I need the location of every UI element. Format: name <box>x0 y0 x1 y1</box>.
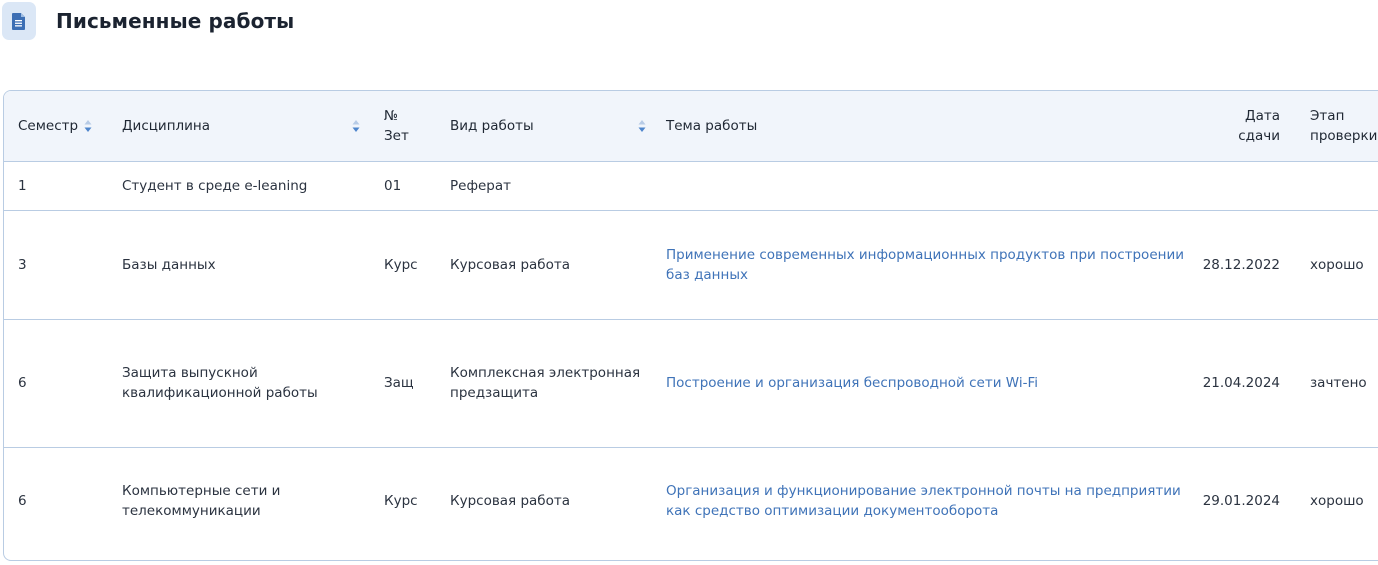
cell-stage <box>1310 161 1378 211</box>
cell-semester: 3 <box>4 210 122 320</box>
table-header-row: Семестр Дисциплина № Зет Вид работы Тема… <box>4 91 1378 162</box>
cell-stage: хорошо <box>1310 493 1364 510</box>
column-header-zet: № Зет <box>384 91 450 162</box>
cell-date: 28.12.2022 <box>1202 210 1310 320</box>
cell-topic: Построение и организация беспроводной се… <box>666 319 1202 448</box>
column-header-label: Семестр <box>18 117 79 134</box>
cell-semester: 6 <box>18 493 27 510</box>
cell-semester: 1 <box>4 161 122 211</box>
column-header-discipline[interactable]: Дисциплина <box>122 91 384 162</box>
column-header-label: № <box>384 107 399 124</box>
written-works-table: Семестр Дисциплина № Зет Вид работы Тема… <box>3 90 1378 561</box>
topic-link[interactable]: Построение и организация беспроводной се… <box>666 375 1038 391</box>
column-header-date: Дата сдачи <box>1202 91 1310 162</box>
column-header-label: Этап <box>1310 107 1345 124</box>
column-header-label: Тема работы <box>666 117 758 134</box>
table-row: 1 Студент в среде e-leaning 01 Реферат <box>4 161 1378 211</box>
cell-topic <box>666 161 1202 211</box>
cell-topic: Организация и функционирование электронн… <box>666 447 1202 555</box>
table-row: 3 Базы данных Курс Курсовая работа Приме… <box>4 210 1378 320</box>
column-header-label: Зет <box>384 127 409 144</box>
cell-topic: Применение современных информационных пр… <box>666 210 1202 320</box>
sort-icon[interactable] <box>84 119 92 133</box>
column-header-stage: Этап проверки <box>1310 91 1378 162</box>
cell-zet: Курс <box>384 493 418 510</box>
cell-work-type: Комплексная электронная предзащита <box>450 319 666 448</box>
column-header-label: Дисциплина <box>122 117 211 134</box>
topic-link[interactable]: Применение современных информационных пр… <box>666 247 1184 283</box>
page-header: Письменные работы <box>2 2 294 40</box>
column-header-label: Дата <box>1245 107 1280 124</box>
cell-date <box>1202 161 1310 211</box>
column-header-label: Вид работы <box>450 117 534 134</box>
column-header-semester[interactable]: Семестр <box>4 91 122 162</box>
sort-icon[interactable] <box>352 119 360 133</box>
page-title: Письменные работы <box>56 9 295 33</box>
cell-work-type: Реферат <box>450 161 666 211</box>
cell-date: 29.01.2024 <box>1202 493 1280 510</box>
table-row: 6 Защита выпускной квалификационной рабо… <box>4 319 1378 448</box>
cell-stage: зачтено <box>1310 319 1378 448</box>
cell-zet: 01 <box>384 161 450 211</box>
column-header-label: проверки <box>1310 127 1378 144</box>
cell-date: 21.04.2024 <box>1202 319 1310 448</box>
column-header-work-type[interactable]: Вид работы <box>450 91 666 162</box>
cell-discipline: Студент в среде e-leaning <box>122 161 384 211</box>
cell-zet: Курс <box>384 210 450 320</box>
cell-work-type: Курсовая работа <box>450 210 666 320</box>
cell-discipline: Базы данных <box>122 210 384 320</box>
column-header-topic: Тема работы <box>666 91 1202 162</box>
cell-semester: 6 <box>4 319 122 448</box>
table-row: 6 Компьютерные сети и телекоммуникации К… <box>4 447 1378 555</box>
column-header-label: сдачи <box>1238 127 1280 144</box>
cell-zet: Защ <box>384 319 450 448</box>
sort-icon[interactable] <box>638 119 646 133</box>
document-icon <box>2 2 36 40</box>
cell-discipline: Защита выпускной квалификационной работы <box>122 319 384 448</box>
cell-work-type: Курсовая работа <box>450 493 571 510</box>
topic-link[interactable]: Организация и функционирование электронн… <box>666 483 1181 519</box>
cell-discipline: Компьютерные сети и телекоммуникации <box>122 483 281 520</box>
cell-stage: хорошо <box>1310 210 1378 320</box>
